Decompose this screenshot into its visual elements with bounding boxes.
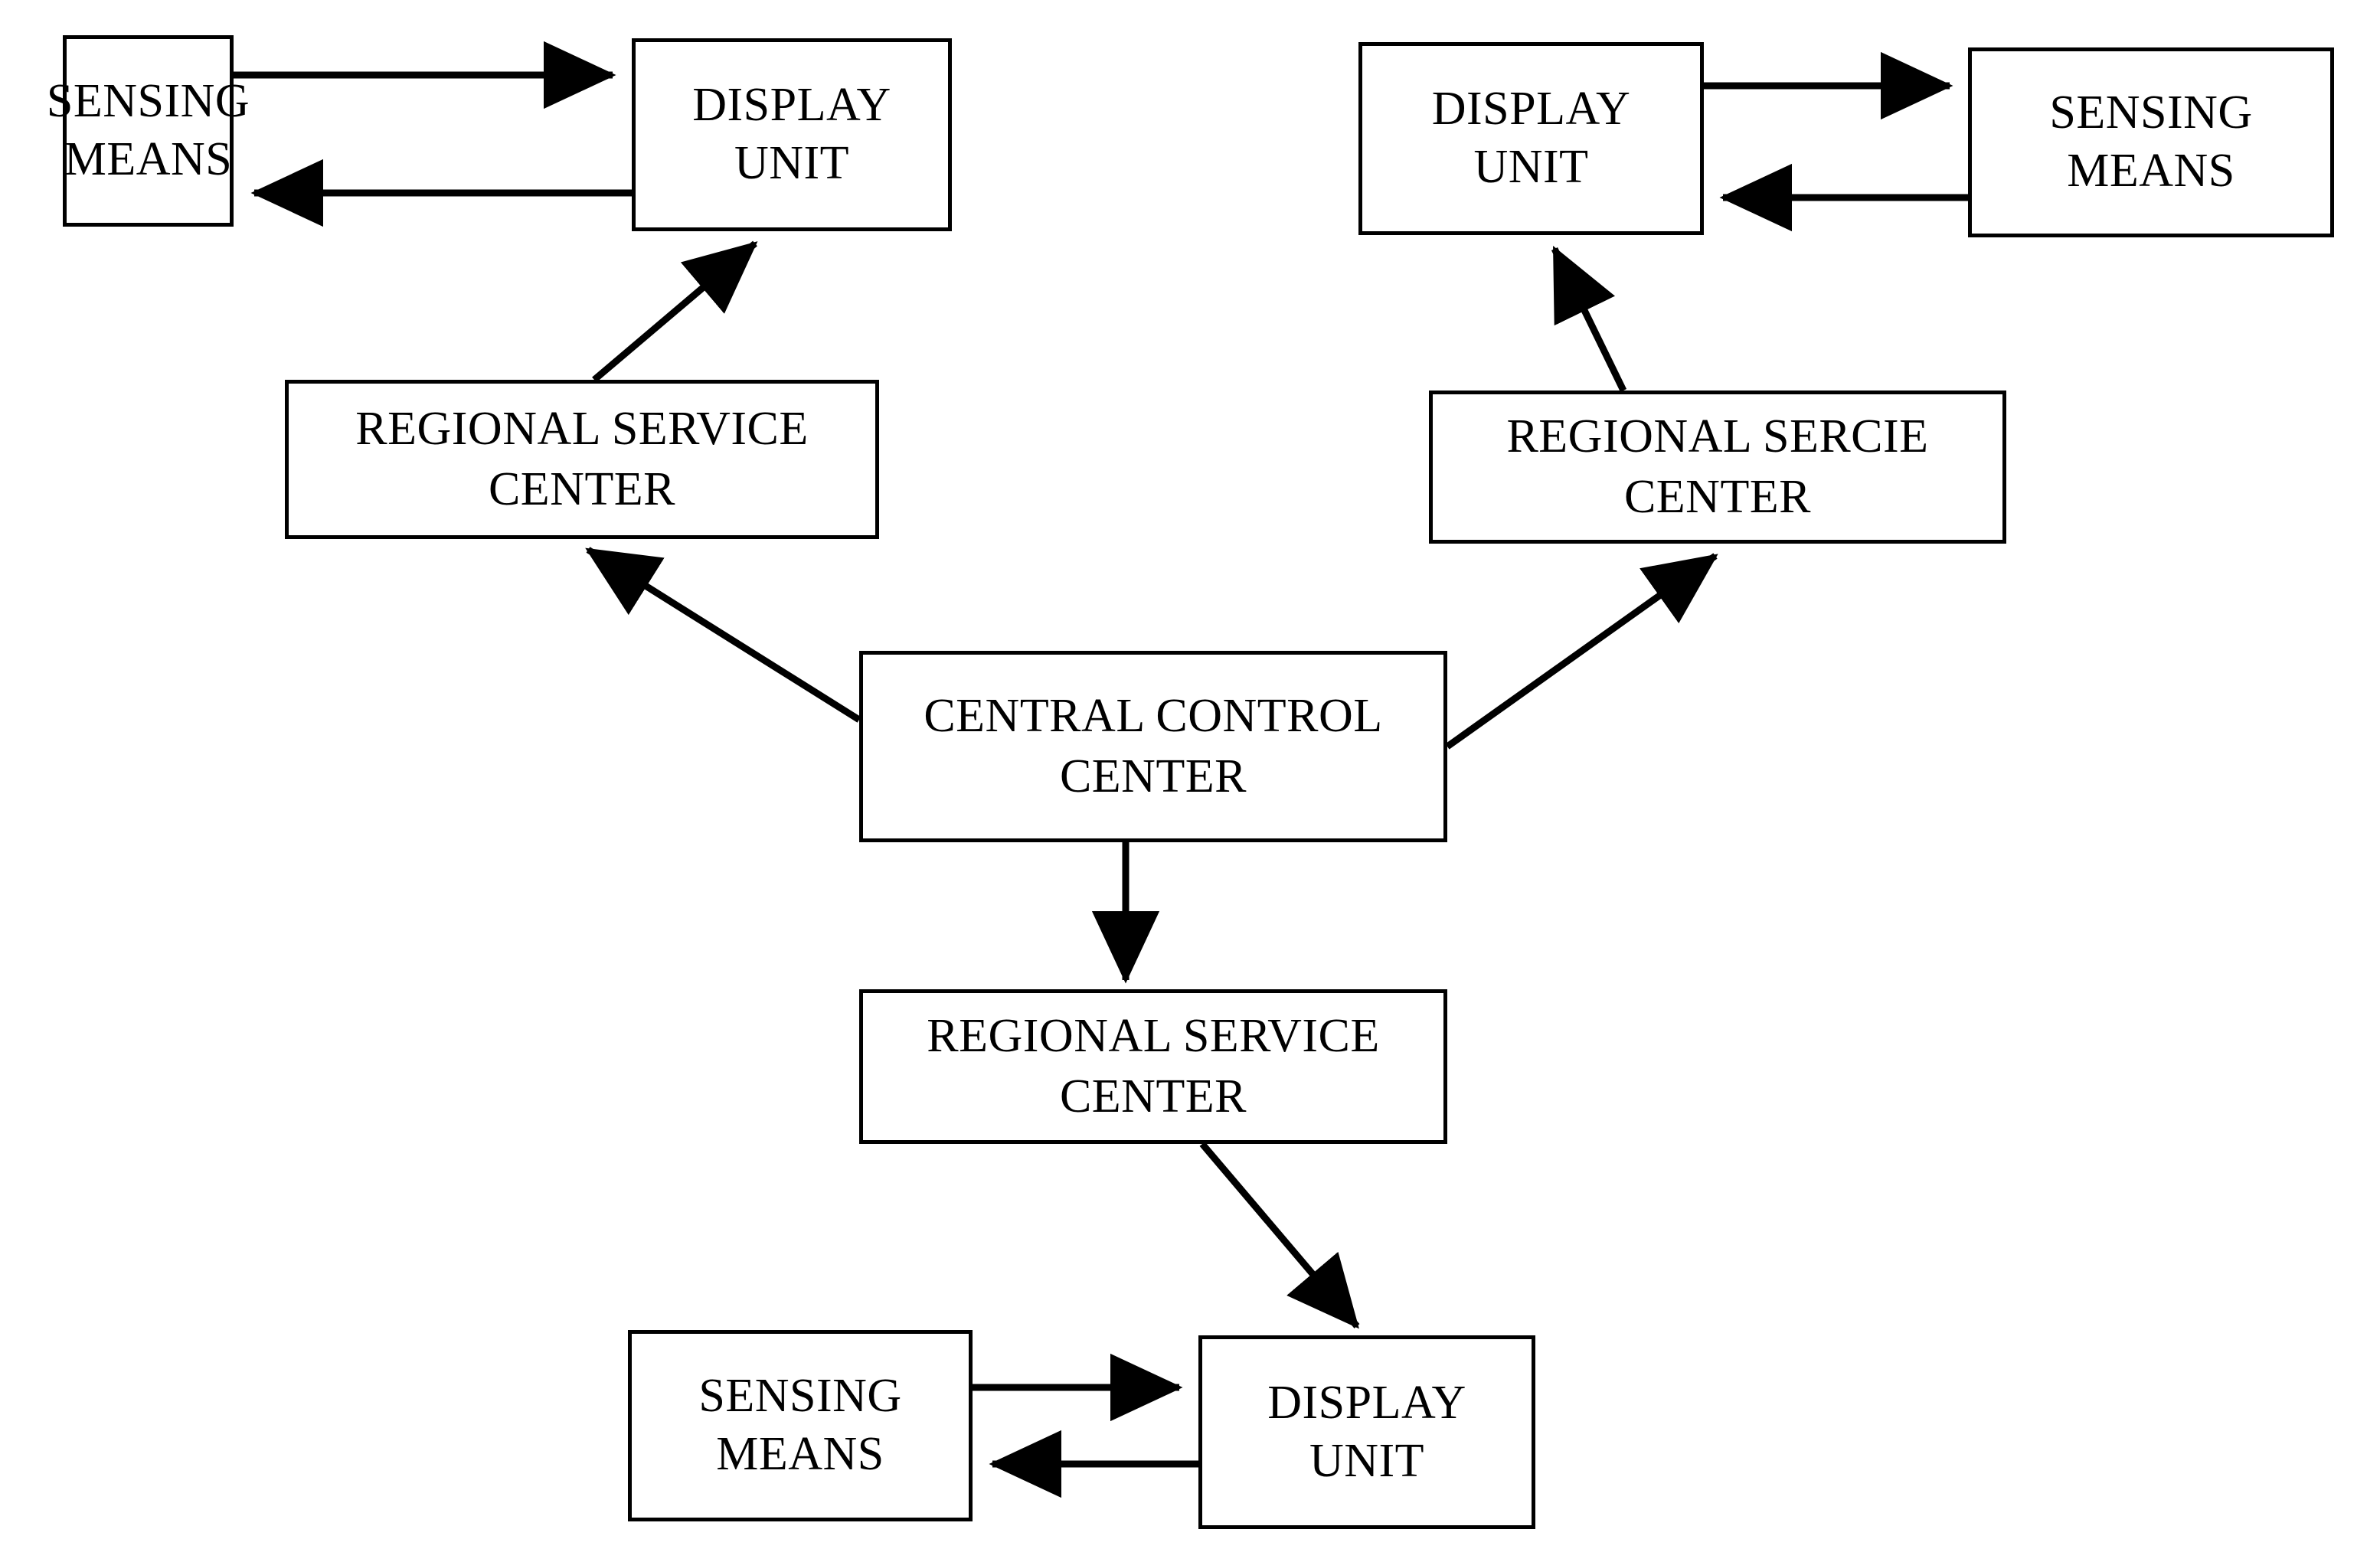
node-label: SENSING MEANS [698, 1370, 902, 1480]
node-label: CENTRAL CONTROL CENTER [924, 689, 1383, 802]
node-central-control-center[interactable]: CENTRAL CONTROL CENTER [859, 651, 1447, 842]
connector-regional-right-to-display-top-right [1551, 245, 1627, 392]
node-label: REGIONAL SERVICE CENTER [355, 402, 809, 515]
node-label: REGIONAL SERVICE CENTER [927, 1009, 1380, 1122]
node-label: DISPLAY UNIT [1267, 1376, 1466, 1487]
connector-central-to-regional-left [585, 547, 861, 723]
connector-regional-bottom-to-display-bottom [1199, 1142, 1360, 1329]
connector-regional-left-to-display-top-left [592, 240, 758, 383]
connector-central-to-regional-right [1445, 553, 1718, 750]
node-regional-sercie-center-right[interactable]: REGIONAL SERCIE CENTER [1429, 390, 2006, 544]
node-regional-service-center-bottom[interactable]: REGIONAL SERVICE CENTER [859, 989, 1447, 1144]
node-label: DISPLAY UNIT [1431, 83, 1631, 193]
node-sensing-means-bottom[interactable]: SENSING MEANS [628, 1330, 973, 1521]
node-label: DISPLAY UNIT [692, 79, 891, 189]
diagram-canvas: SENSING MEANS DISPLAY UNIT DISPLAY UNIT … [0, 0, 2380, 1562]
node-label: REGIONAL SERCIE CENTER [1506, 410, 1929, 523]
node-display-unit-top-right[interactable]: DISPLAY UNIT [1358, 42, 1704, 235]
node-sensing-means-top-right[interactable]: SENSING MEANS [1968, 47, 2334, 237]
node-regional-service-center-left[interactable]: REGIONAL SERVICE CENTER [285, 380, 879, 539]
node-display-unit-bottom[interactable]: DISPLAY UNIT [1198, 1335, 1535, 1529]
node-label: SENSING MEANS [46, 75, 250, 185]
node-label: SENSING MEANS [2049, 87, 2253, 197]
node-display-unit-top-left[interactable]: DISPLAY UNIT [632, 38, 952, 231]
node-sensing-means-top-left[interactable]: SENSING MEANS [47, 35, 250, 227]
